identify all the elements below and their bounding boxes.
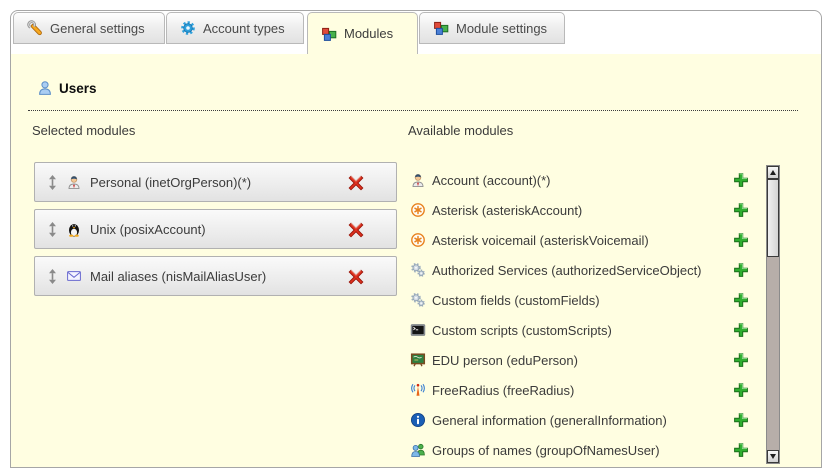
available-module-row-authorized: Authorized Services (authorizedServiceOb… bbox=[410, 255, 749, 285]
module-label: Groups of names (groupOfNamesUser) bbox=[432, 443, 733, 458]
drag-handle-icon[interactable] bbox=[48, 222, 57, 237]
available-module-row-custom: Custom fields (customFields) bbox=[410, 285, 749, 315]
tab-modules[interactable]: Modules bbox=[307, 12, 418, 54]
module-label: EDU person (eduPerson) bbox=[432, 353, 733, 368]
tab-label: Module settings bbox=[456, 21, 547, 36]
tab-module-settings[interactable]: Module settings bbox=[419, 12, 565, 44]
user-icon bbox=[37, 80, 53, 96]
remove-module-button[interactable] bbox=[348, 269, 364, 285]
tab-account-types[interactable]: Account types bbox=[166, 12, 304, 44]
add-module-button[interactable] bbox=[733, 322, 749, 338]
module-label: Custom fields (customFields) bbox=[432, 293, 733, 308]
add-module-button[interactable] bbox=[733, 172, 749, 188]
module-label: Account (account)(*) bbox=[432, 173, 733, 188]
add-module-button[interactable] bbox=[733, 412, 749, 428]
available-module-row-asterisk: Asterisk voicemail (asteriskVoicemail) bbox=[410, 225, 749, 255]
scroll-up-button[interactable] bbox=[767, 166, 779, 179]
module-label: Custom scripts (customScripts) bbox=[432, 323, 733, 338]
wrench-icon bbox=[27, 20, 43, 36]
modules-icon bbox=[321, 26, 337, 42]
available-module-row-groups: Groups of names (groupOfNamesUser) bbox=[410, 435, 749, 465]
selected-modules-list: Personal (inetOrgPerson)(*) Unix (posixAc… bbox=[34, 162, 397, 303]
add-module-button[interactable] bbox=[733, 442, 749, 458]
module-label: Asterisk (asteriskAccount) bbox=[432, 203, 733, 218]
add-module-button[interactable] bbox=[733, 352, 749, 368]
module-label: FreeRadius (freeRadius) bbox=[432, 383, 733, 398]
available-modules-heading: Available modules bbox=[408, 123, 513, 138]
users-section-header: Users bbox=[37, 80, 97, 96]
person-icon bbox=[410, 172, 426, 188]
gears-icon bbox=[410, 262, 426, 278]
available-module-row-asterisk: Asterisk (asteriskAccount) bbox=[410, 195, 749, 225]
modules-icon bbox=[433, 20, 449, 36]
person-icon bbox=[66, 174, 82, 190]
remove-module-button[interactable] bbox=[348, 222, 364, 238]
gears-icon bbox=[410, 292, 426, 308]
add-module-button[interactable] bbox=[733, 292, 749, 308]
module-label: Authorized Services (authorizedServiceOb… bbox=[432, 263, 733, 278]
scrollbar-thumb[interactable] bbox=[767, 179, 779, 257]
tux-icon bbox=[66, 221, 82, 237]
add-module-button[interactable] bbox=[733, 232, 749, 248]
tab-bar: General settings Account types Modules Modu… bbox=[11, 11, 821, 54]
available-module-row-account: Account (account)(*) bbox=[410, 165, 749, 195]
module-label: Asterisk voicemail (asteriskVoicemail) bbox=[432, 233, 733, 248]
section-title: Users bbox=[59, 81, 97, 96]
blackboard-icon bbox=[410, 352, 426, 368]
module-label: General information (generalInformation) bbox=[432, 413, 733, 428]
scroll-up-icon bbox=[770, 170, 776, 175]
selected-module-row-unix[interactable]: Unix (posixAccount) bbox=[34, 209, 397, 249]
drag-handle-icon[interactable] bbox=[48, 269, 57, 284]
scroll-down-button[interactable] bbox=[767, 450, 779, 463]
asterisk-icon bbox=[410, 232, 426, 248]
terminal-icon bbox=[410, 322, 426, 338]
tab-label: Account types bbox=[203, 21, 285, 36]
modules-tab-content: Users Selected modules Available modules… bbox=[11, 54, 821, 467]
info-icon bbox=[410, 412, 426, 428]
scroll-down-icon bbox=[770, 454, 776, 459]
lam-configuration-window: General settings Account types Modules Modu… bbox=[10, 10, 822, 468]
available-module-row-custom: Custom scripts (customScripts) bbox=[410, 315, 749, 345]
antenna-icon bbox=[410, 382, 426, 398]
asterisk-icon bbox=[410, 202, 426, 218]
module-label: Mail aliases (nisMailAliasUser) bbox=[90, 269, 266, 284]
drag-handle-icon[interactable] bbox=[48, 175, 57, 190]
available-module-row-edu: EDU person (eduPerson) bbox=[410, 345, 749, 375]
remove-module-button[interactable] bbox=[348, 175, 364, 191]
tab-label: General settings bbox=[50, 21, 145, 36]
gear-icon bbox=[180, 20, 196, 36]
available-modules-scrollbar[interactable] bbox=[766, 165, 780, 464]
module-label: Unix (posixAccount) bbox=[90, 222, 206, 237]
available-module-row-general: General information (generalInformation) bbox=[410, 405, 749, 435]
module-label: Personal (inetOrgPerson)(*) bbox=[90, 175, 251, 190]
selected-module-row-personal[interactable]: Personal (inetOrgPerson)(*) bbox=[34, 162, 397, 202]
mail-icon bbox=[66, 268, 82, 284]
selected-modules-heading: Selected modules bbox=[32, 123, 135, 138]
group-icon bbox=[410, 442, 426, 458]
available-module-row-freeradius: FreeRadius (freeRadius) bbox=[410, 375, 749, 405]
add-module-button[interactable] bbox=[733, 262, 749, 278]
selected-module-row-mail[interactable]: Mail aliases (nisMailAliasUser) bbox=[34, 256, 397, 296]
tab-general-settings[interactable]: General settings bbox=[13, 12, 165, 44]
section-divider bbox=[28, 110, 798, 111]
add-module-button[interactable] bbox=[733, 382, 749, 398]
add-module-button[interactable] bbox=[733, 202, 749, 218]
tab-label: Modules bbox=[344, 26, 393, 41]
available-modules-list: Account (account)(*) Asterisk (asteriskAc… bbox=[410, 165, 749, 465]
